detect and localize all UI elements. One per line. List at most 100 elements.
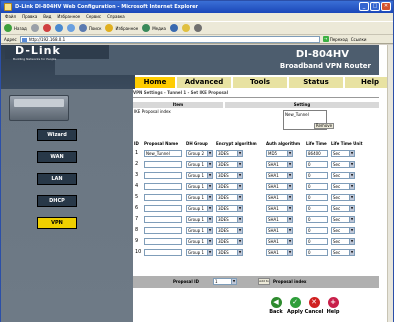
sidebar-vpn[interactable]: VPN	[37, 217, 77, 229]
life-time-input[interactable]: 0	[306, 227, 328, 234]
proposal-name-input[interactable]: New_Tunnel	[144, 150, 182, 157]
proposal-name-input[interactable]	[144, 238, 182, 245]
auth-select[interactable]: SHA1 ▼	[266, 194, 293, 201]
proposal-name-input[interactable]	[144, 216, 182, 223]
encrypt-select[interactable]: 3DES ▼	[216, 249, 243, 256]
life-time-input[interactable]: 0	[306, 194, 328, 201]
apply-button[interactable]: ✓ Apply	[287, 297, 303, 315]
life-time-unit-select[interactable]: Sec ▼	[331, 183, 355, 190]
dh-group-select[interactable]: Group 1 ▼	[186, 172, 213, 179]
life-time-input[interactable]: 0	[306, 238, 328, 245]
life-time-unit-select[interactable]: Sec ▼	[331, 172, 355, 179]
life-time-unit-select[interactable]: Sec ▼	[331, 238, 355, 245]
encrypt-select[interactable]: 3DES ▼	[216, 238, 243, 245]
menu-help[interactable]: Справка	[107, 13, 125, 21]
home-icon[interactable]	[66, 24, 75, 32]
menu-edit[interactable]: Правка	[22, 13, 37, 21]
life-time-unit-select[interactable]: Sec ▼	[331, 150, 355, 157]
life-time-unit-select[interactable]: Sec ▼	[331, 227, 355, 234]
life-time-unit-select[interactable]: Sec ▼	[331, 194, 355, 201]
refresh-icon[interactable]	[54, 24, 63, 32]
proposal-name-input[interactable]	[144, 227, 182, 234]
back-button[interactable]: ◀ Back	[269, 297, 283, 315]
favorites-button[interactable]: Избранное	[105, 24, 138, 32]
sidebar-wan[interactable]: WAN	[37, 151, 77, 163]
life-time-input[interactable]: 0	[306, 183, 328, 190]
proposal-name-input[interactable]	[144, 249, 182, 256]
auth-select[interactable]: SHA1 ▼	[266, 183, 293, 190]
proposal-name-input[interactable]	[144, 194, 182, 201]
tab-status[interactable]: Status	[289, 77, 343, 88]
proposal-name-input[interactable]	[144, 205, 182, 212]
stop-icon[interactable]	[42, 24, 51, 32]
minimize-button[interactable]: _	[359, 2, 369, 11]
url-input[interactable]: http://192.168.0.1	[19, 35, 320, 43]
life-time-input[interactable]: 86400	[306, 150, 328, 157]
dh-group-select[interactable]: Group 1 ▼	[186, 227, 213, 234]
auth-select[interactable]: MD5 ▼	[266, 150, 293, 157]
auth-select[interactable]: SHA1 ▼	[266, 227, 293, 234]
life-time-input[interactable]: 0	[306, 249, 328, 256]
encrypt-select[interactable]: 3DES ▼	[216, 172, 243, 179]
forward-arrow-icon[interactable]	[30, 24, 39, 32]
proposal-name-input[interactable]	[144, 172, 182, 179]
menu-favorites[interactable]: Избранное	[57, 13, 80, 21]
life-time-input[interactable]: 0	[306, 216, 328, 223]
ike-list-item[interactable]: New_Tunnel	[285, 112, 325, 117]
dh-group-select[interactable]: Group 1 ▼	[186, 183, 213, 190]
encrypt-select[interactable]: 3DES ▼	[216, 161, 243, 168]
encrypt-select[interactable]: 3DES ▼	[216, 205, 243, 212]
encrypt-select[interactable]: 3DES ▼	[216, 194, 243, 201]
sidebar-wizard[interactable]: Wizard	[37, 129, 77, 141]
tab-tools[interactable]: Tools	[233, 77, 287, 88]
auth-select[interactable]: SHA1 ▼	[266, 161, 293, 168]
life-time-input[interactable]: 0	[306, 205, 328, 212]
help-button[interactable]: + Help	[326, 297, 340, 315]
life-time-unit-select[interactable]: Sec ▼	[331, 216, 355, 223]
mail-icon[interactable]	[181, 24, 190, 32]
history-icon[interactable]	[169, 24, 178, 32]
auth-select[interactable]: SHA1 ▼	[266, 172, 293, 179]
life-time-input[interactable]: 0	[306, 172, 328, 179]
dh-group-select[interactable]: Group 1 ▼	[186, 249, 213, 256]
cancel-button[interactable]: ✕ Cancel	[305, 297, 323, 315]
dh-group-select[interactable]: Group 1 ▼	[186, 194, 213, 201]
auth-select[interactable]: SHA1 ▼	[266, 238, 293, 245]
tab-help[interactable]: Help	[345, 77, 393, 88]
dh-group-select[interactable]: Group 1 ▼	[186, 205, 213, 212]
go-button[interactable]: → Переход	[322, 36, 348, 42]
back-button[interactable]: Назад	[4, 24, 27, 32]
auth-select[interactable]: SHA1 ▼	[266, 249, 293, 256]
menu-tools[interactable]: Сервис	[86, 13, 101, 21]
sidebar-dhcp[interactable]: DHCP	[37, 195, 77, 207]
add-to-button[interactable]: Add to	[258, 278, 270, 285]
media-button[interactable]: Медиа	[142, 24, 166, 32]
sidebar-lan[interactable]: LAN	[37, 173, 77, 185]
tab-advanced[interactable]: Advanced	[177, 77, 231, 88]
dh-group-select[interactable]: Group 1 ▼	[186, 216, 213, 223]
maximize-button[interactable]: □	[370, 2, 380, 11]
encrypt-select[interactable]: 3DES ▼	[216, 227, 243, 234]
links-label[interactable]: Ссылки	[351, 37, 367, 42]
close-button[interactable]: ✕	[381, 2, 391, 11]
proposal-name-input[interactable]	[144, 183, 182, 190]
menu-view[interactable]: Вид	[43, 13, 51, 21]
dh-group-select[interactable]: Group 1 ▼	[186, 238, 213, 245]
auth-select[interactable]: SHA1 ▼	[266, 205, 293, 212]
life-time-unit-select[interactable]: Sec ▼	[331, 161, 355, 168]
auth-select[interactable]: SHA1 ▼	[266, 216, 293, 223]
print-icon[interactable]	[193, 24, 202, 32]
proposal-name-input[interactable]	[144, 161, 182, 168]
remove-button[interactable]: Remove	[314, 123, 334, 129]
tab-home[interactable]: Home	[135, 77, 175, 88]
search-button[interactable]: Поиск	[78, 24, 101, 32]
menu-file[interactable]: Файл	[5, 13, 16, 21]
proposal-id-select[interactable]: 1 ▼	[213, 278, 237, 285]
encrypt-select[interactable]: 3DES ▼	[216, 183, 243, 190]
dh-group-select[interactable]: Group 2 ▼	[186, 150, 213, 157]
life-time-input[interactable]: 0	[306, 161, 328, 168]
encrypt-select[interactable]: 3DES ▼	[216, 150, 243, 157]
life-time-unit-select[interactable]: Sec ▼	[331, 205, 355, 212]
life-time-unit-select[interactable]: Sec ▼	[331, 249, 355, 256]
page-scrollbar[interactable]	[387, 45, 393, 322]
